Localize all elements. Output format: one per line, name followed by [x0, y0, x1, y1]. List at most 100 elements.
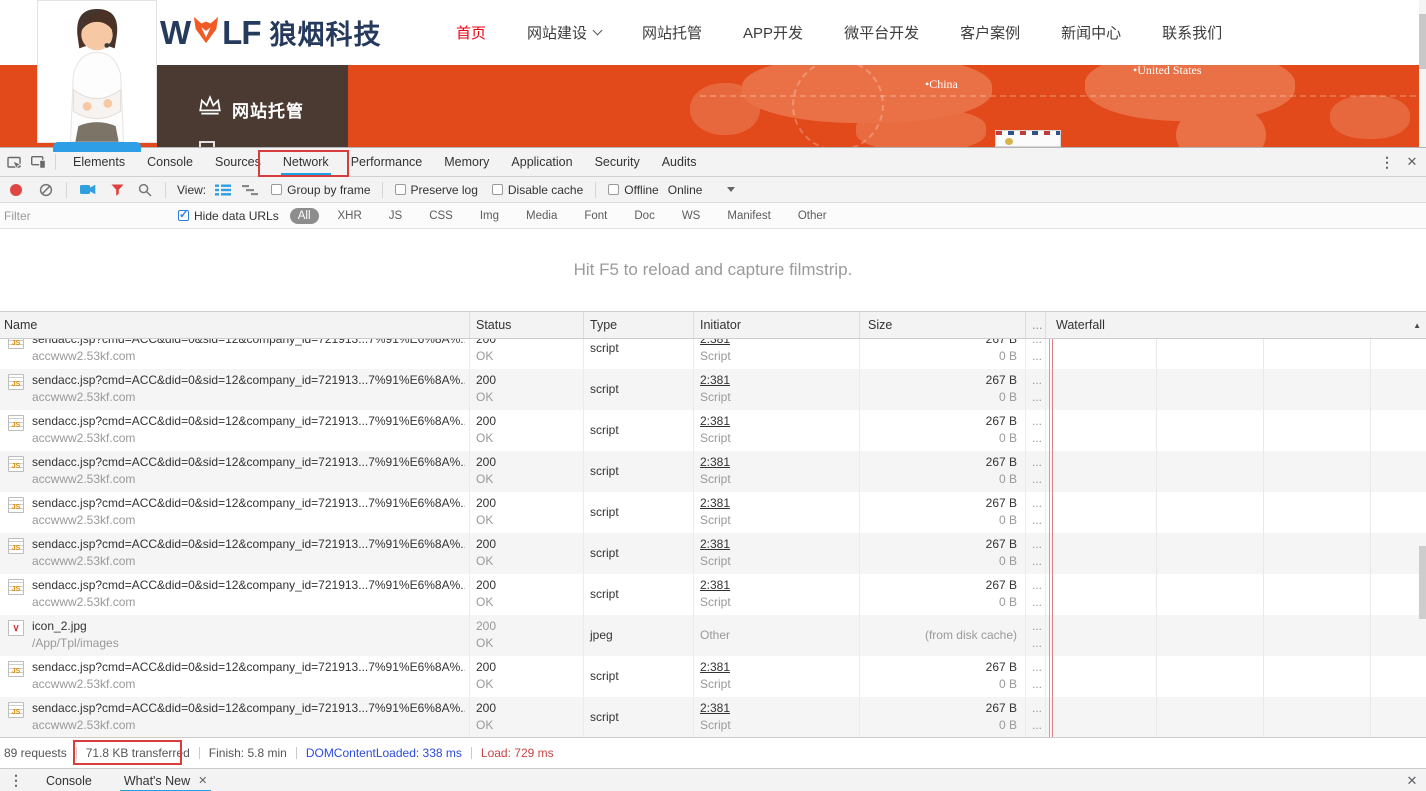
- search-icon[interactable]: [138, 183, 152, 197]
- show-overview-icon[interactable]: [242, 184, 258, 196]
- tab-sources[interactable]: Sources: [204, 148, 272, 177]
- clear-icon[interactable]: [39, 183, 53, 197]
- nav-item-首页[interactable]: 首页: [456, 22, 486, 43]
- close-tab-icon[interactable]: ✕: [198, 774, 207, 787]
- initiator-link[interactable]: 2:381: [700, 578, 855, 592]
- initiator-link[interactable]: 2:381: [700, 660, 855, 674]
- size-cell: 267 B0 B: [860, 451, 1026, 492]
- disable-cache-checkbox[interactable]: [492, 184, 503, 195]
- throttling-dropdown-arrow-icon[interactable]: [727, 187, 735, 192]
- initiator-link[interactable]: 2:381: [700, 414, 855, 428]
- large-rows-icon[interactable]: [215, 184, 231, 196]
- site-logo[interactable]: W LF 狼烟科技: [160, 0, 381, 65]
- view-label: View:: [177, 183, 206, 197]
- table-row[interactable]: ∨icon_2.jpg/App/Tpl/images200OKjpegOther…: [0, 615, 1426, 656]
- initiator-link[interactable]: 2:381: [700, 455, 855, 469]
- page-scrollbar[interactable]: [1419, 0, 1426, 147]
- table-row[interactable]: JSsendacc.jsp?cmd=ACC&did=0&sid=12&compa…: [0, 339, 1426, 369]
- group-by-frame-checkbox[interactable]: [271, 184, 282, 195]
- table-row[interactable]: JSsendacc.jsp?cmd=ACC&did=0&sid=12&compa…: [0, 492, 1426, 533]
- filter-type-doc[interactable]: Doc: [626, 208, 662, 224]
- table-row[interactable]: JSsendacc.jsp?cmd=ACC&did=0&sid=12&compa…: [0, 533, 1426, 574]
- initiator-link[interactable]: 2:381: [700, 339, 855, 346]
- nav-item-微平台开发[interactable]: 微平台开发: [844, 22, 919, 43]
- overflow-dots: ...: [1032, 513, 1041, 527]
- filter-type-xhr[interactable]: XHR: [330, 208, 370, 224]
- column-header-type[interactable]: Type: [584, 312, 694, 338]
- device-toolbar-icon[interactable]: [31, 155, 46, 169]
- preserve-log-checkbox[interactable]: [395, 184, 406, 195]
- initiator-link[interactable]: 2:381: [700, 373, 855, 387]
- throttling-select-value[interactable]: Online: [668, 183, 703, 197]
- filter-input[interactable]: [4, 209, 164, 223]
- filter-type-font[interactable]: Font: [576, 208, 615, 224]
- table-scrollbar-thumb[interactable]: [1419, 546, 1426, 619]
- record-button[interactable]: [10, 184, 22, 196]
- request-type: script: [590, 382, 689, 396]
- initiator-cell: 2:381Script: [694, 697, 860, 738]
- column-header-waterfall[interactable]: Waterfall ▲: [1046, 312, 1426, 338]
- overflow-dots: ...: [1032, 339, 1041, 346]
- hide-data-urls-checkbox[interactable]: [178, 210, 189, 221]
- devtools-menu-icon[interactable]: [1379, 154, 1395, 171]
- table-row[interactable]: JSsendacc.jsp?cmd=ACC&did=0&sid=12&compa…: [0, 410, 1426, 451]
- tab-memory[interactable]: Memory: [433, 148, 500, 177]
- initiator-link[interactable]: 2:381: [700, 701, 855, 715]
- table-row[interactable]: JSsendacc.jsp?cmd=ACC&did=0&sid=12&compa…: [0, 697, 1426, 738]
- nav-item-联系我们[interactable]: 联系我们: [1162, 22, 1222, 43]
- tab-console[interactable]: Console: [136, 148, 204, 177]
- nav-item-新闻中心[interactable]: 新闻中心: [1061, 22, 1121, 43]
- nav-item-客户案例[interactable]: 客户案例: [960, 22, 1020, 43]
- drawer-menu-icon[interactable]: [8, 772, 24, 789]
- filter-type-other[interactable]: Other: [790, 208, 835, 224]
- tab-application[interactable]: Application: [500, 148, 583, 177]
- banner-dashed-circle: [792, 65, 884, 147]
- tab-label: Application: [511, 155, 572, 169]
- tab-network[interactable]: Network: [272, 148, 340, 177]
- inspect-element-icon[interactable]: [7, 155, 22, 170]
- tab-audits[interactable]: Audits: [651, 148, 708, 177]
- table-row[interactable]: JSsendacc.jsp?cmd=ACC&did=0&sid=12&compa…: [0, 369, 1426, 410]
- initiator-link[interactable]: 2:381: [700, 537, 855, 551]
- filter-type-manifest[interactable]: Manifest: [719, 208, 778, 224]
- column-header-overflow[interactable]: ...: [1026, 312, 1046, 338]
- column-header-size[interactable]: Size: [860, 312, 1026, 338]
- filter-type-css[interactable]: CSS: [421, 208, 461, 224]
- filter-type-js[interactable]: JS: [381, 208, 410, 224]
- size-resource: 0 B: [866, 472, 1017, 486]
- filter-type-img[interactable]: Img: [472, 208, 507, 224]
- initiator-link[interactable]: 2:381: [700, 496, 855, 510]
- column-header-status[interactable]: Status: [470, 312, 584, 338]
- column-header-initiator[interactable]: Initiator: [694, 312, 860, 338]
- nav-item-APP开发[interactable]: APP开发: [743, 22, 803, 43]
- capture-screenshots-icon[interactable]: [80, 184, 96, 195]
- filter-type-ws[interactable]: WS: [674, 208, 709, 224]
- nav-item-网站托管[interactable]: 网站托管: [642, 22, 702, 43]
- drawer-tab-whats-new[interactable]: What's New ✕: [120, 769, 212, 791]
- image-file-icon: ∨: [8, 620, 24, 636]
- drawer-close-icon[interactable]: [1404, 773, 1420, 789]
- column-header-name[interactable]: Name: [0, 312, 470, 338]
- tab-security[interactable]: Security: [584, 148, 651, 177]
- request-name-cell: JSsendacc.jsp?cmd=ACC&did=0&sid=12&compa…: [0, 410, 470, 451]
- filter-type-all[interactable]: All: [290, 208, 319, 224]
- consult-button[interactable]: [53, 142, 141, 152]
- sort-arrow-icon[interactable]: ▲: [1413, 321, 1421, 330]
- table-row[interactable]: JSsendacc.jsp?cmd=ACC&did=0&sid=12&compa…: [0, 451, 1426, 492]
- divider: [296, 747, 297, 759]
- banner-menu-item-hosting[interactable]: 网站托管: [232, 97, 304, 122]
- tab-performance[interactable]: Performance: [340, 148, 434, 177]
- offline-checkbox[interactable]: [608, 184, 619, 195]
- table-row[interactable]: JSsendacc.jsp?cmd=ACC&did=0&sid=12&compa…: [0, 574, 1426, 615]
- filter-type-media[interactable]: Media: [518, 208, 565, 224]
- filter-funnel-icon[interactable]: [111, 184, 124, 196]
- drawer-tab-console[interactable]: Console: [42, 769, 96, 791]
- nav-item-网站建设[interactable]: 网站建设: [527, 22, 601, 43]
- page-scrollbar-thumb[interactable]: [1419, 14, 1426, 69]
- status-code: 200: [476, 701, 579, 715]
- request-name-cell: JSsendacc.jsp?cmd=ACC&did=0&sid=12&compa…: [0, 656, 470, 697]
- devtools-close-icon[interactable]: [1404, 154, 1420, 170]
- tab-label: Security: [595, 155, 640, 169]
- size-cell: 267 B0 B: [860, 369, 1026, 410]
- table-row[interactable]: JSsendacc.jsp?cmd=ACC&did=0&sid=12&compa…: [0, 656, 1426, 697]
